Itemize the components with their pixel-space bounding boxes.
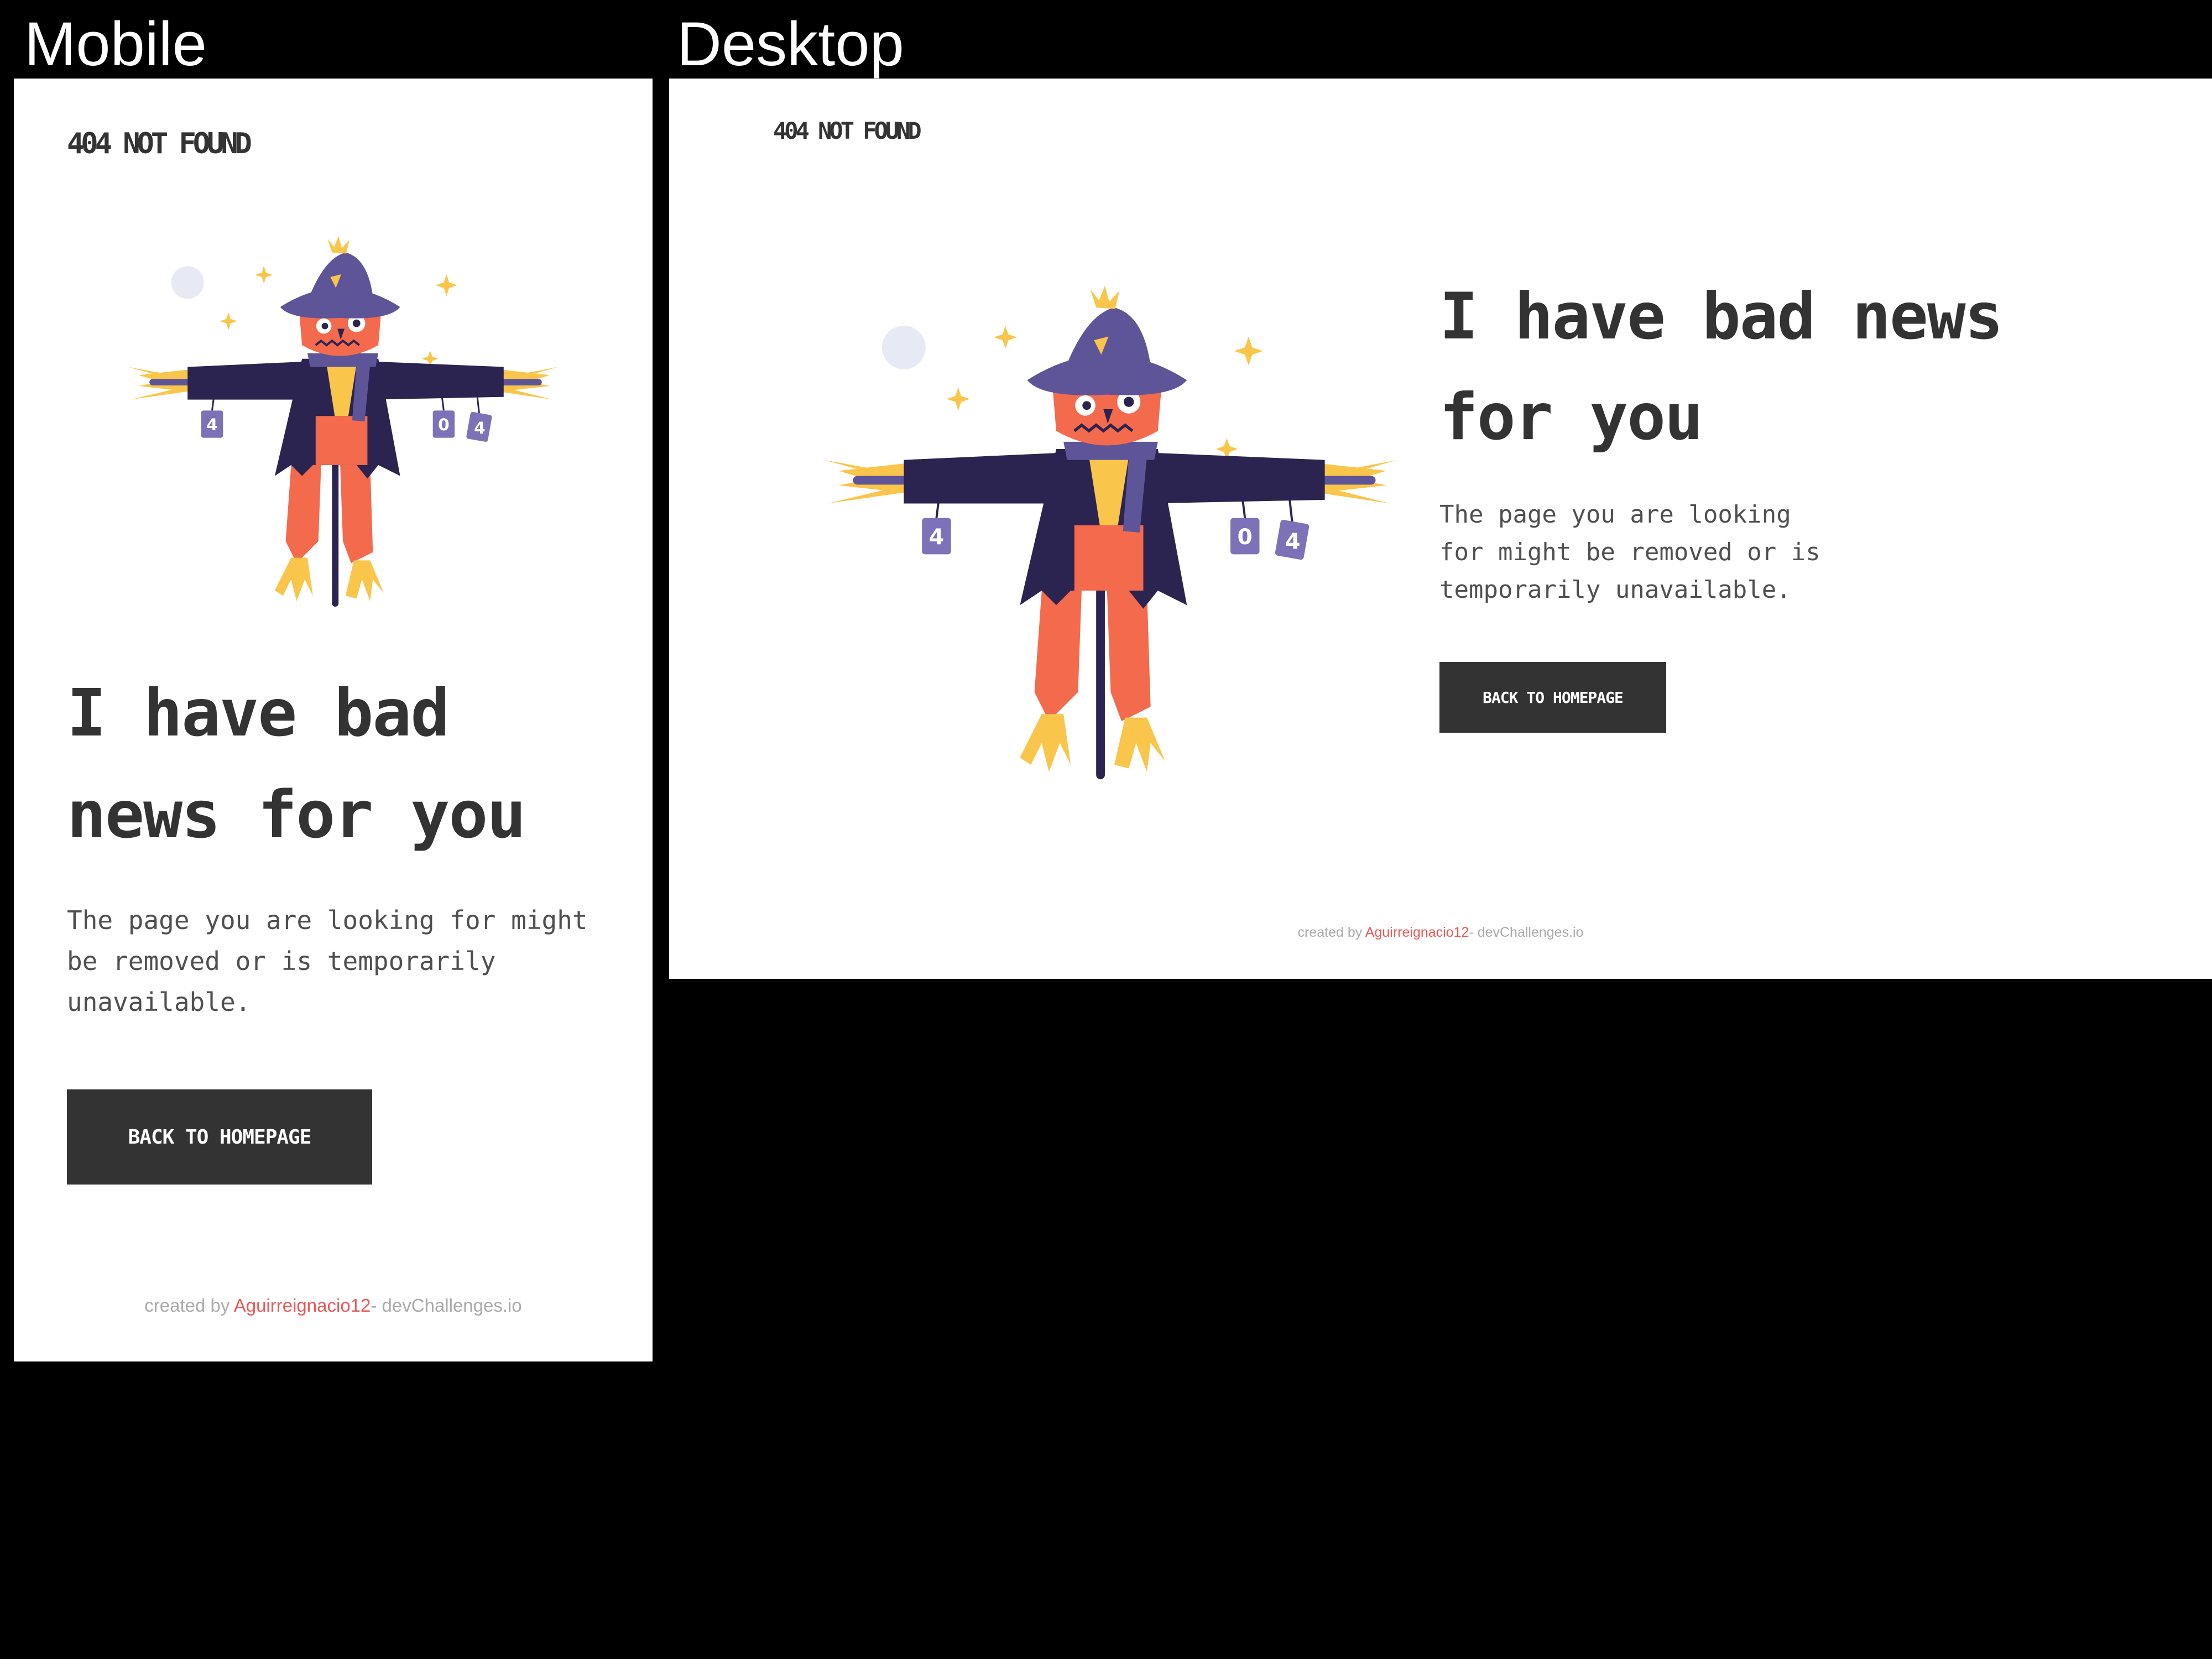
mobile-section-label: Mobile	[24, 9, 207, 79]
footer-credit: created by Aguirreignacio12- devChalleng…	[14, 1295, 653, 1316]
footer-credit: created by Aguirreignacio12- devChalleng…	[669, 925, 2212, 941]
page-headline: I have bad news for you	[1439, 279, 2004, 455]
brand-logo[interactable]: 404 NOT FOUND	[67, 127, 252, 160]
footer-prefix: created by	[1297, 925, 1365, 940]
desktop-section-label: Desktop	[677, 9, 904, 79]
page-headline: I have bad news for you	[67, 675, 526, 853]
error-description: The page you are looking for might be re…	[67, 905, 588, 1017]
footer-suffix: - devChallenges.io	[1469, 925, 1584, 940]
footer-prefix: created by	[144, 1295, 234, 1316]
scarecrow-illustration	[127, 236, 560, 608]
brand-logo[interactable]: 404 NOT FOUND	[773, 117, 922, 144]
footer-suffix: - devChallenges.io	[371, 1295, 522, 1316]
scarecrow-illustration	[824, 283, 1405, 789]
mobile-view: 404 NOT FOUND I have bad news for you Th…	[14, 79, 653, 1361]
author-link[interactable]: Aguirreignacio12	[1365, 925, 1469, 940]
error-description: The page you are looking for might be re…	[1439, 500, 1820, 604]
back-to-homepage-button[interactable]: BACK TO HOMEPAGE	[67, 1089, 372, 1185]
back-to-homepage-button[interactable]: BACK TO HOMEPAGE	[1439, 662, 1666, 733]
desktop-view: 404 NOT FOUND I have bad news for you Th…	[669, 79, 2212, 979]
author-link[interactable]: Aguirreignacio12	[234, 1295, 371, 1316]
